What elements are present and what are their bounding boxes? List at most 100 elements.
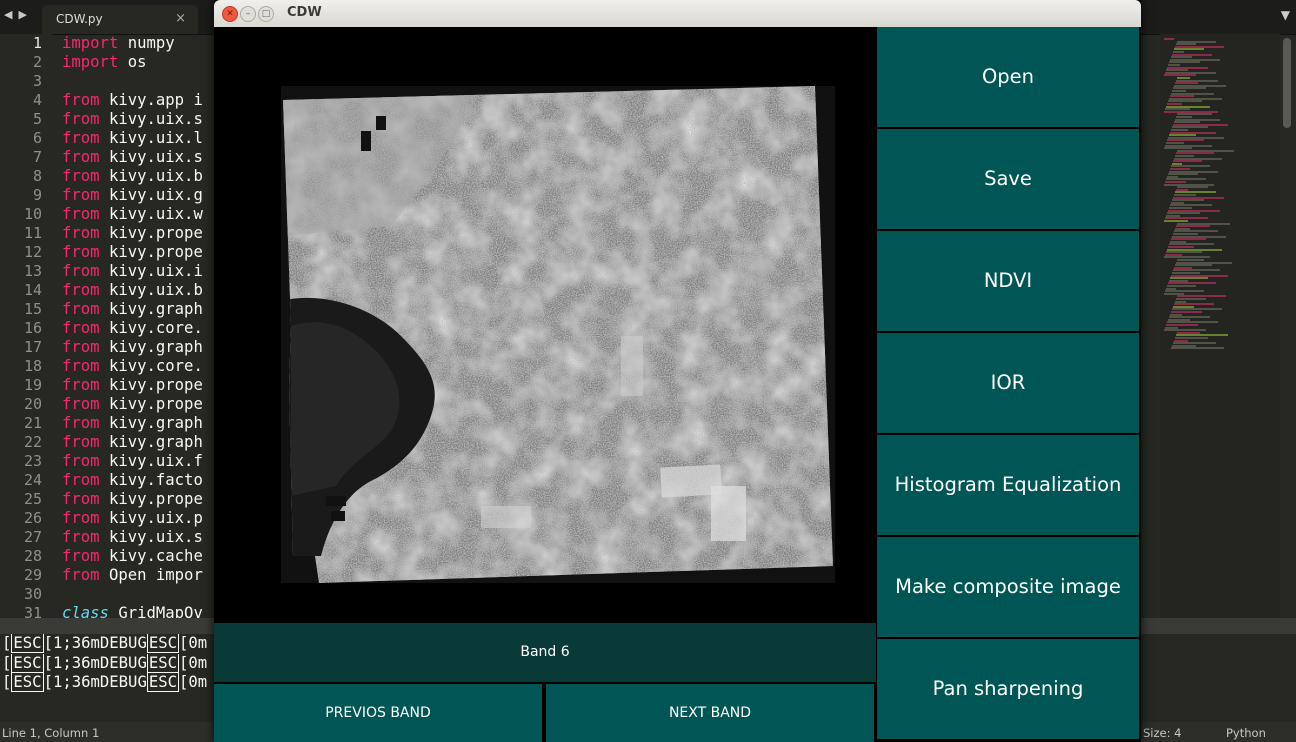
escape-marker: ESC bbox=[146, 634, 180, 653]
code-keyword: from bbox=[62, 395, 100, 413]
make-composite-image-button[interactable]: Make composite image bbox=[877, 537, 1139, 637]
close-tab-icon[interactable]: × bbox=[175, 11, 186, 26]
code-text: kivy.uix.g bbox=[99, 186, 203, 204]
code-line: from kivy.prope bbox=[62, 243, 222, 262]
tab-size-indicator[interactable]: Size: 4 bbox=[1143, 726, 1181, 740]
code-keyword: from bbox=[62, 110, 100, 128]
window-titlebar[interactable]: ✕ – □ CDW bbox=[214, 0, 1141, 27]
window-title: CDW bbox=[287, 5, 322, 20]
editor-scrollbar[interactable] bbox=[1283, 38, 1291, 128]
line-number: 4 bbox=[32, 91, 42, 109]
console-text: [1;36mDEBUG bbox=[43, 653, 147, 672]
line-number: 29 bbox=[23, 566, 42, 584]
line-number-gutter: 1 2 3 4 5 6 7 8 9 10 11 12 13 14 15 16 17 18 19 20 21 22 23 24 2… bbox=[0, 34, 52, 618]
code-text: kivy.uix.b bbox=[99, 167, 203, 185]
code-keyword: from bbox=[62, 528, 100, 546]
line-number: 19 bbox=[23, 376, 42, 394]
line-number: 3 bbox=[32, 72, 42, 90]
code-line: from kivy.facto bbox=[62, 471, 222, 490]
line-number: 15 bbox=[23, 300, 42, 318]
pan-sharpening-button[interactable]: Pan sharpening bbox=[877, 639, 1139, 739]
cursor-position: Line 1, Column 1 bbox=[2, 726, 100, 740]
code-text: kivy.graph bbox=[99, 433, 203, 451]
line-number: 25 bbox=[23, 490, 42, 508]
line-number: 2 bbox=[32, 53, 42, 71]
code-keyword: from bbox=[62, 357, 100, 375]
image-viewer[interactable] bbox=[214, 27, 876, 623]
code-keyword: from bbox=[62, 509, 100, 527]
escape-marker: ESC bbox=[11, 634, 44, 653]
code-text: kivy.prope bbox=[99, 224, 203, 242]
code-keyword: from bbox=[62, 471, 100, 489]
code-text: kivy.prope bbox=[99, 376, 203, 394]
line-number: 6 bbox=[32, 129, 42, 147]
code-line: from kivy.prope bbox=[62, 490, 222, 509]
open-button[interactable]: Open bbox=[877, 27, 1139, 127]
code-keyword: from bbox=[62, 414, 100, 432]
tab-nav-arrows-icon[interactable]: ◀▶ bbox=[4, 8, 33, 21]
save-button[interactable]: Save bbox=[877, 129, 1139, 229]
console-text: [0m bbox=[179, 634, 208, 652]
code-line: from kivy.uix.f bbox=[62, 452, 222, 471]
previous-band-button[interactable]: PREVIOS BAND bbox=[214, 684, 542, 742]
app-window: ✕ – □ CDW Band 6 PREVIOS BAND NEXT BAND … bbox=[214, 0, 1141, 742]
line-number: 31 bbox=[23, 604, 42, 618]
line-number: 21 bbox=[23, 414, 42, 432]
code-line: from kivy.app i bbox=[62, 91, 222, 110]
code-keyword: from bbox=[62, 205, 100, 223]
code-view[interactable]: import numpy import os from kivy.app i from… bbox=[62, 34, 222, 618]
window-minimize-icon[interactable]: – bbox=[240, 6, 256, 22]
line-number: 8 bbox=[32, 167, 42, 185]
code-line: from kivy.uix.g bbox=[62, 186, 222, 205]
line-number: 28 bbox=[23, 547, 42, 565]
histogram-equalization-button[interactable]: Histogram Equalization bbox=[877, 435, 1139, 535]
line-number: 20 bbox=[23, 395, 42, 413]
code-keyword: from bbox=[62, 566, 100, 584]
minimap-line bbox=[1171, 347, 1224, 350]
escape-marker: ESC bbox=[146, 673, 180, 692]
code-line: from kivy.graph bbox=[62, 433, 222, 452]
syntax-indicator[interactable]: Python bbox=[1226, 726, 1266, 740]
code-keyword: from bbox=[62, 300, 100, 318]
code-line: class GridMapOv bbox=[62, 604, 222, 618]
code-line: from kivy.uix.w bbox=[62, 205, 222, 224]
console-text: [1;36mDEBUG bbox=[43, 634, 147, 652]
line-number: 10 bbox=[23, 205, 42, 223]
code-keyword: from bbox=[62, 490, 100, 508]
console-text: [0m bbox=[179, 653, 208, 672]
line-number: 23 bbox=[23, 452, 42, 470]
code-line: from Open impor bbox=[62, 566, 222, 585]
ior-button[interactable]: IOR bbox=[877, 333, 1139, 433]
window-maximize-icon[interactable]: □ bbox=[258, 6, 274, 22]
ndvi-button[interactable]: NDVI bbox=[877, 231, 1139, 331]
code-line: import os bbox=[62, 53, 222, 72]
code-keyword: from bbox=[62, 91, 100, 109]
line-number: 9 bbox=[32, 186, 42, 204]
code-text: kivy.graph bbox=[99, 414, 203, 432]
editor-tab-cdw[interactable]: CDW.py × bbox=[42, 5, 198, 34]
code-text: kivy.prope bbox=[99, 243, 203, 261]
code-line: from kivy.prope bbox=[62, 376, 222, 395]
line-number: 12 bbox=[23, 243, 42, 261]
window-close-icon[interactable]: ✕ bbox=[222, 6, 238, 22]
code-line: from kivy.prope bbox=[62, 224, 222, 243]
next-band-button[interactable]: NEXT BAND bbox=[546, 684, 874, 742]
line-number: 16 bbox=[23, 319, 42, 337]
code-line: from kivy.uix.b bbox=[62, 281, 222, 300]
code-line: from kivy.uix.l bbox=[62, 129, 222, 148]
console-text: [1;36mDEBUG bbox=[43, 673, 147, 691]
code-line: from kivy.uix.b bbox=[62, 167, 222, 186]
code-line: from kivy.core. bbox=[62, 357, 222, 376]
code-text: Open impor bbox=[99, 566, 203, 584]
code-text: kivy.cache bbox=[99, 547, 203, 565]
minimap[interactable] bbox=[1160, 34, 1280, 618]
code-line: from kivy.uix.i bbox=[62, 262, 222, 281]
code-line: from kivy.uix.s bbox=[62, 148, 222, 167]
line-number: 26 bbox=[23, 509, 42, 527]
code-keyword: from bbox=[62, 243, 100, 261]
code-text: kivy.prope bbox=[99, 395, 203, 413]
console-text: [0m bbox=[179, 673, 208, 691]
tab-dropdown-icon[interactable]: ▼ bbox=[1281, 8, 1290, 22]
satellite-image bbox=[281, 86, 835, 583]
code-text: kivy.uix.s bbox=[99, 110, 203, 128]
